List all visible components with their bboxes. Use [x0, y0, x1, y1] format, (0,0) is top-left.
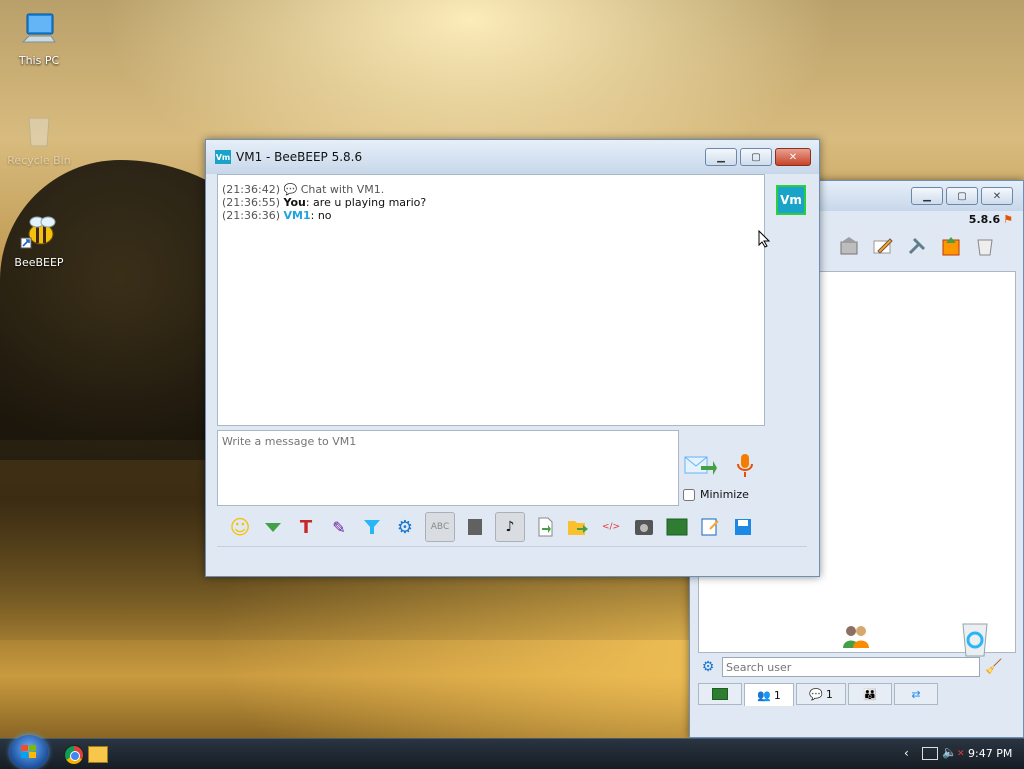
main-tabs: 👥 1 💬 1 👪 ⇄ [698, 683, 1014, 707]
file-transfer-icon: ⇄ [911, 687, 921, 701]
maximize-button[interactable]: ▢ [740, 148, 772, 166]
font-icon[interactable]: T [293, 514, 319, 540]
tab-chats[interactable]: 💬 1 [796, 683, 846, 705]
chrome-taskbar-icon[interactable] [64, 745, 84, 765]
save-chat-icon[interactable] [532, 514, 558, 540]
taskbar: ‹ 🔈✕ 9:47 PM [0, 735, 1024, 769]
tab-users[interactable]: 👥 1 [744, 683, 794, 706]
chat-bubble-icon: 💬 [283, 183, 298, 196]
send-button[interactable] [683, 453, 717, 479]
app-badge-icon: Vm [215, 150, 231, 164]
chrome-center-icon [70, 751, 80, 761]
users-icon [841, 624, 871, 651]
save-icon[interactable] [730, 514, 756, 540]
chat-window: Vm VM1 - BeeBEEP 5.8.6 ▁ ▢ ✕ (21:36:42) … [205, 139, 820, 577]
tools-icon[interactable] [904, 233, 930, 259]
screenshot-icon[interactable] [631, 514, 657, 540]
settings-gear-icon[interactable]: ⚙ [392, 514, 418, 540]
user-avatar[interactable]: Vm [776, 185, 806, 215]
message-text: Chat with VM1. [300, 183, 385, 196]
mouse-cursor-icon [758, 229, 771, 251]
chat-message: (21:36:55) You: are u playing mario? [222, 196, 760, 209]
message-sender: You [283, 196, 306, 209]
home-icon[interactable] [836, 233, 862, 259]
sound-notification-icon[interactable]: ♪ [495, 512, 525, 542]
show-hidden-icons-icon[interactable]: ‹ [904, 746, 909, 760]
windows-logo-icon [21, 745, 37, 759]
update-icon[interactable] [938, 233, 964, 259]
tab-users-count: 1 [773, 688, 781, 702]
microphone-icon [734, 452, 756, 483]
color-icon[interactable]: ✎ [326, 514, 352, 540]
version-label: 5.8.6 [968, 212, 1001, 226]
desktop-icon-label: BeeBEEP [14, 256, 64, 269]
notes-icon[interactable] [697, 514, 723, 540]
voice-message-button[interactable] [734, 452, 756, 480]
message-sender: VM1 [283, 209, 311, 222]
dictionary-icon[interactable] [462, 514, 488, 540]
html-code-icon[interactable]: </> [598, 514, 624, 540]
home-screen-icon [712, 688, 728, 700]
message-time: (21:36:36) [222, 209, 280, 222]
minimize-button[interactable]: ▁ [705, 148, 737, 166]
close-button[interactable]: ✕ [775, 148, 811, 166]
desktop-icon-label: Recycle Bin [7, 154, 71, 167]
file-explorer-taskbar-icon[interactable] [88, 746, 108, 763]
groups-icon: 👪 [863, 687, 877, 701]
emoticon-menu-icon[interactable] [260, 514, 286, 540]
chat-toolbar: ☺ T ✎ ⚙ ABC ♪ </> [217, 510, 817, 544]
windows-flag-icon: ⚑ [1003, 212, 1013, 226]
users-icon: 👥 [757, 688, 771, 702]
desktop-icon-beebeep[interactable]: BeeBEEP [4, 212, 74, 269]
screen-share-icon[interactable] [664, 514, 690, 540]
desktop-icon-this-pc[interactable]: This PC [4, 10, 74, 67]
maximize-button[interactable]: ▢ [946, 187, 978, 205]
message-time: (21:36:55) [222, 196, 280, 209]
volume-muted-icon[interactable]: 🔈✕ [942, 745, 965, 759]
desktop-icon-label: This PC [18, 54, 60, 67]
tab-groups[interactable]: 👪 [848, 683, 892, 705]
computer-icon [19, 10, 59, 50]
minimize-checkbox[interactable] [683, 488, 695, 501]
clock-time[interactable]: 9:47 PM [968, 747, 1012, 760]
chat-message: (21:36:36) VM1: no [222, 209, 760, 222]
message-text: : are u playing mario? [305, 196, 427, 209]
minimize-option: Minimize [683, 488, 749, 501]
message-time: (21:36:42) [222, 183, 280, 196]
clear-search-icon[interactable]: 🧹 [984, 659, 1004, 675]
edit-icon[interactable] [870, 233, 896, 259]
chat-history[interactable]: (21:36:42) 💬 Chat with VM1. (21:36:55) Y… [217, 174, 765, 426]
search-row: ⚙ 🧹 [698, 655, 1014, 679]
window-title: VM1 - BeeBEEP 5.8.6 [236, 150, 363, 164]
send-mail-icon [683, 453, 717, 482]
chat-message: (21:36:42) 💬 Chat with VM1. [222, 183, 760, 196]
trash-icon[interactable] [972, 233, 998, 259]
close-button[interactable]: ✕ [981, 187, 1013, 205]
start-button[interactable] [10, 735, 48, 769]
tab-files[interactable]: ⇄ [894, 683, 938, 705]
search-user-input[interactable] [722, 657, 980, 677]
minimize-button[interactable]: ▁ [911, 187, 943, 205]
filter-icon[interactable] [359, 514, 385, 540]
bee-icon [19, 212, 59, 252]
chat-window-titlebar[interactable]: Vm VM1 - BeeBEEP 5.8.6 ▁ ▢ ✕ [206, 140, 819, 174]
recycle-bin-icon [19, 110, 59, 150]
tab-chats-count: 1 [825, 687, 833, 701]
chat-bubbles-icon: 💬 [809, 687, 823, 701]
spellcheck-icon[interactable]: ABC [425, 512, 455, 542]
tab-home[interactable] [698, 683, 742, 705]
network-icon[interactable] [922, 747, 938, 760]
emoticon-icon[interactable]: ☺ [227, 514, 253, 540]
settings-gear-icon[interactable]: ⚙ [698, 659, 718, 675]
send-file-icon[interactable] [565, 514, 591, 540]
desktop-icon-recycle-bin[interactable]: Recycle Bin [4, 110, 74, 167]
status-bar [217, 546, 807, 565]
message-input[interactable] [217, 430, 679, 506]
message-text: : no [310, 209, 332, 222]
minimize-label: Minimize [700, 488, 749, 501]
